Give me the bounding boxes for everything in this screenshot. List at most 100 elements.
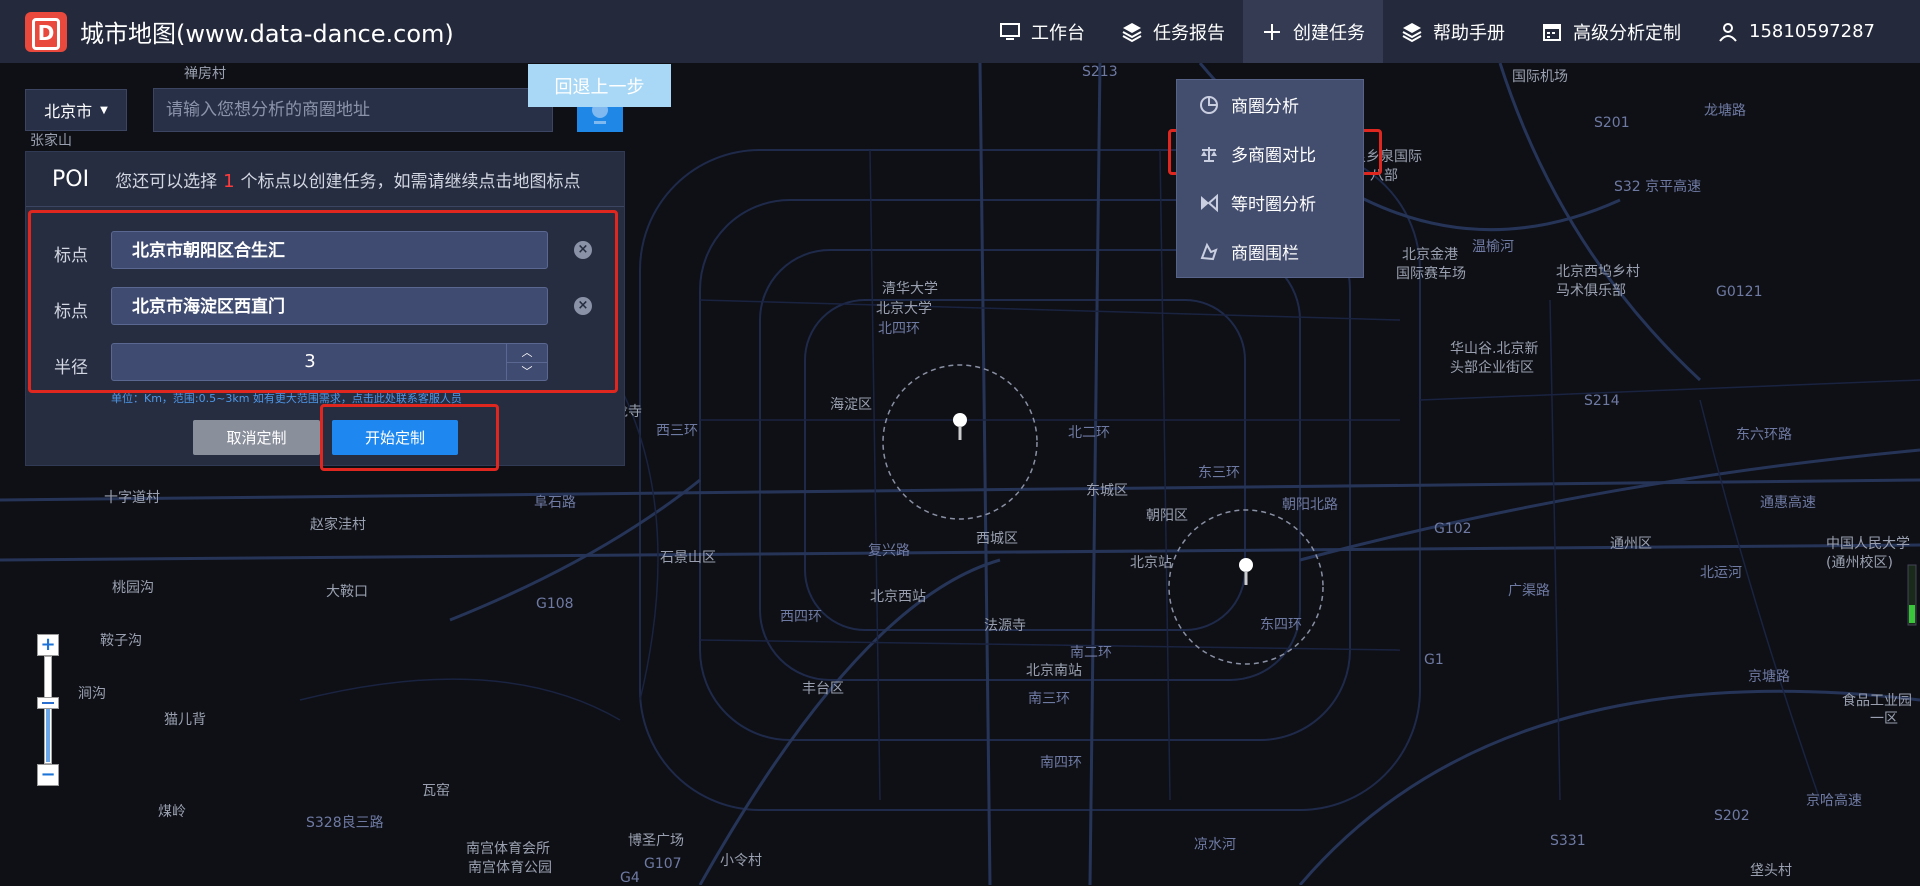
map-label: 猫儿背 bbox=[164, 712, 206, 728]
map-label: 朝阳区 bbox=[1146, 508, 1188, 524]
app-title[interactable]: 城市地图(www.data-dance.com) bbox=[80, 14, 454, 49]
undo-step-button[interactable]: 回退上一步 bbox=[528, 64, 671, 107]
map-label: 十字道村 bbox=[104, 490, 160, 506]
main-nav: 工作台 任务报告 创建任务 帮助手册 高级分析定制 15810597287 bbox=[981, 0, 1920, 63]
map-label: G4 bbox=[620, 870, 640, 886]
chevron-down-icon[interactable]: ﹀ bbox=[507, 363, 547, 381]
map-label: 张家山 bbox=[30, 133, 72, 149]
map-label: 国际机场 bbox=[1512, 69, 1568, 85]
poi-panel: POI 您还可以选择 1 个标点以创建任务，如需请继续点击地图标点 标点 北京市朝阳… bbox=[25, 151, 625, 466]
map-label: S328良三路 bbox=[306, 815, 384, 831]
nav-task-report[interactable]: 任务报告 bbox=[1103, 0, 1243, 63]
nav-help-manual[interactable]: 帮助手册 bbox=[1383, 0, 1523, 63]
hint-text: 个标点以创建任务，如需请继续点击地图标点 bbox=[240, 171, 581, 192]
map-label: 西城区 bbox=[976, 531, 1018, 547]
map-label: 北二环 bbox=[1068, 425, 1110, 441]
map-label: 垡头村 bbox=[1750, 863, 1792, 879]
map-label: 西三环 bbox=[656, 423, 698, 439]
map-label: 北京西坞乡村 bbox=[1556, 264, 1640, 280]
zoom-out-button[interactable]: − bbox=[37, 764, 59, 786]
zoom-control: + − bbox=[37, 634, 61, 786]
map-label: 瓦窑 bbox=[422, 783, 450, 799]
cancel-button[interactable]: 取消定制 bbox=[193, 420, 320, 455]
user-icon bbox=[1719, 22, 1737, 42]
map-label: 京哈高速 bbox=[1806, 793, 1862, 809]
menu-item-label: 等时圈分析 bbox=[1231, 195, 1316, 215]
map-label: 北京西站 bbox=[870, 589, 926, 605]
caret-down-icon: ▼ bbox=[100, 104, 108, 116]
menu-item-isochrone-analysis[interactable]: 等时圈分析 bbox=[1177, 178, 1363, 227]
zoom-in-button[interactable]: + bbox=[37, 634, 59, 656]
menu-item-label: 多商圈对比 bbox=[1231, 146, 1316, 166]
poi-hint: 您还可以选择 1 个标点以创建任务，如需请继续点击地图标点 bbox=[115, 167, 580, 192]
map-label: 丰台区 bbox=[802, 681, 844, 697]
zoom-slider-handle[interactable] bbox=[37, 697, 59, 709]
map-label: S32 京平高速 bbox=[1614, 179, 1702, 195]
map-label: 马术俱乐部 bbox=[1556, 283, 1626, 299]
map-label: 一区 bbox=[1870, 711, 1898, 727]
nav-advanced-analysis[interactable]: 高级分析定制 bbox=[1523, 0, 1699, 63]
menu-item-multi-area-compare[interactable]: 多商圈对比 bbox=[1177, 129, 1363, 178]
map-label: 通州区 bbox=[1610, 536, 1652, 552]
poi-point-row: 标点 北京市海淀区西直门 × bbox=[26, 287, 626, 327]
map-label: G1 bbox=[1424, 652, 1444, 668]
point-field[interactable]: 北京市海淀区西直门 bbox=[111, 287, 548, 325]
nav-label: 高级分析定制 bbox=[1573, 22, 1682, 44]
logo-letter: D bbox=[32, 18, 60, 50]
map-label: 东四环 bbox=[1260, 617, 1302, 633]
city-select[interactable]: 北京市 ▼ bbox=[25, 89, 127, 131]
map-label: 中国人民大学 bbox=[1826, 536, 1910, 552]
map-label: 南四环 bbox=[1040, 755, 1082, 771]
monitor-icon bbox=[1000, 22, 1021, 40]
map-label: 涧沟 bbox=[78, 686, 106, 702]
clear-icon[interactable]: × bbox=[574, 297, 592, 315]
radius-value[interactable]: 3 bbox=[112, 344, 508, 380]
hourglass-icon bbox=[1201, 193, 1218, 212]
map-label: 东三环 bbox=[1198, 465, 1240, 481]
nav-create-task[interactable]: 创建任务 bbox=[1243, 0, 1384, 63]
nav-user-account[interactable]: 15810597287 bbox=[1699, 0, 1920, 63]
map-label: S213 bbox=[1082, 64, 1118, 80]
map-label: 北运河 bbox=[1700, 565, 1742, 581]
point-field[interactable]: 北京市朝阳区合生汇 bbox=[111, 231, 548, 269]
chevron-up-icon[interactable]: ︿ bbox=[507, 344, 547, 363]
map-label: (通州校区) bbox=[1826, 555, 1893, 571]
map-label: S331 bbox=[1550, 833, 1586, 849]
map-label: 东六环路 bbox=[1736, 427, 1792, 443]
clear-icon[interactable]: × bbox=[574, 241, 592, 259]
map-label: 八部 bbox=[1370, 168, 1398, 184]
map-label: 北京金港 bbox=[1402, 247, 1458, 263]
map-label: G108 bbox=[536, 596, 574, 612]
map-label: 桃园沟 bbox=[112, 580, 154, 596]
menu-item-label: 商圈分析 bbox=[1231, 97, 1299, 117]
address-search-input[interactable] bbox=[153, 88, 553, 132]
plus-icon bbox=[1264, 23, 1281, 40]
map-label: 博圣广场 bbox=[628, 833, 684, 849]
radius-stepper[interactable]: 3 ︿ ﹀ bbox=[111, 343, 548, 381]
city-select-value: 北京市 bbox=[44, 102, 93, 121]
map-label: 凉水河 bbox=[1194, 837, 1236, 853]
map-label: 北四环 bbox=[878, 321, 920, 337]
zoom-slider-track[interactable] bbox=[44, 656, 52, 764]
map-label: 南宫体育会所 bbox=[466, 841, 550, 857]
menu-item-label: 商圈围栏 bbox=[1231, 244, 1299, 264]
map-label: 南宫体育公园 bbox=[468, 860, 552, 876]
nav-label: 帮助手册 bbox=[1433, 22, 1506, 44]
hint-text: 您还可以选择 bbox=[115, 171, 218, 192]
map-label: 北京大学 bbox=[876, 301, 932, 317]
map-label: 头部企业街区 bbox=[1450, 360, 1534, 376]
radius-note-link[interactable]: 单位：Km，范围:0.5~3km 如有更大范围需求，点击此处联系客服人员 bbox=[111, 390, 462, 406]
nav-workbench[interactable]: 工作台 bbox=[981, 0, 1103, 63]
map-label: 华山谷.北京新 bbox=[1450, 341, 1539, 357]
map-label: G0121 bbox=[1716, 284, 1763, 300]
map-label: 北京站 bbox=[1130, 555, 1172, 571]
map-label: 阜石路 bbox=[534, 495, 576, 511]
map-label: S214 bbox=[1584, 393, 1620, 409]
menu-item-trade-area-analysis[interactable]: 商圈分析 bbox=[1177, 80, 1363, 129]
map-label: 温榆河 bbox=[1472, 239, 1514, 255]
start-button[interactable]: 开始定制 bbox=[332, 420, 458, 455]
app-logo[interactable]: D bbox=[25, 12, 67, 52]
map-label: 国际赛车场 bbox=[1396, 266, 1466, 282]
map-label: 清华大学 bbox=[882, 281, 938, 297]
menu-item-geofence[interactable]: 商圈围栏 bbox=[1177, 227, 1363, 276]
